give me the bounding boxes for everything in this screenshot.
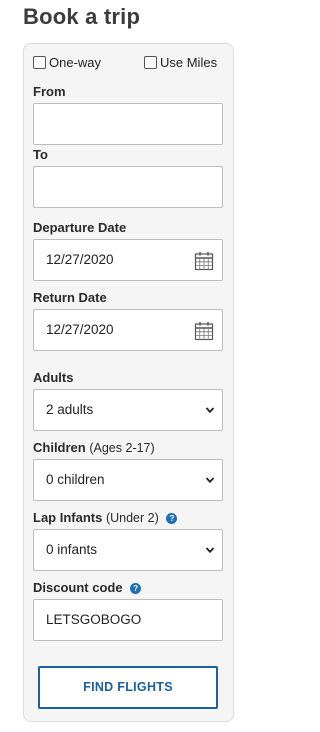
one-way-label: One-way — [49, 54, 102, 70]
children-age-note: (Ages 2-17) — [89, 441, 155, 455]
chevron-down-icon — [205, 407, 215, 414]
adults-label: Adults — [33, 370, 74, 385]
calendar-icon[interactable] — [194, 321, 214, 341]
discount-code-value: LETSGOBOGO — [46, 612, 142, 627]
from-field[interactable] — [33, 103, 223, 145]
adults-select[interactable]: 2 adults — [33, 389, 223, 431]
one-way-checkbox[interactable] — [33, 55, 46, 69]
help-icon[interactable]: ? — [166, 513, 178, 524]
return-date-value: 12/27/2020 — [46, 322, 114, 337]
children-select[interactable]: 0 children — [33, 459, 223, 501]
find-flights-button[interactable]: FIND FLIGHTS — [38, 666, 218, 709]
children-label-text: Children — [33, 440, 86, 455]
lap-infants-value: 0 infants — [46, 542, 98, 557]
lap-infants-label: Lap Infants (Under 2) ? — [33, 510, 178, 525]
departure-date-label: Departure Date — [33, 220, 127, 235]
one-way-option[interactable]: One-way — [33, 53, 101, 71]
adults-value: 2 adults — [46, 402, 94, 417]
calendar-icon[interactable] — [194, 251, 214, 271]
discount-code-label: Discount code ? — [33, 580, 142, 595]
lap-infants-select[interactable]: 0 infants — [33, 529, 223, 571]
use-miles-checkbox[interactable] — [144, 55, 157, 69]
discount-code-field[interactable]: LETSGOBOGO — [33, 599, 223, 641]
to-label: To — [33, 147, 48, 162]
use-miles-option[interactable]: Use Miles — [144, 53, 217, 71]
children-value: 0 children — [46, 472, 105, 487]
lap-infants-label-text: Lap Infants — [33, 510, 103, 525]
chevron-down-icon — [205, 547, 215, 554]
chevron-down-icon — [205, 477, 215, 484]
help-icon[interactable]: ? — [130, 583, 142, 594]
discount-code-label-text: Discount code — [33, 580, 123, 595]
to-field[interactable] — [33, 166, 223, 208]
return-date-field[interactable]: 12/27/2020 — [33, 309, 223, 351]
from-label: From — [33, 84, 66, 99]
page-title: Book a trip — [23, 4, 141, 29]
use-miles-label: Use Miles — [160, 54, 218, 70]
children-label: Children (Ages 2-17) — [33, 440, 155, 455]
departure-date-field[interactable]: 12/27/2020 — [33, 239, 223, 281]
lap-infants-age-note: (Under 2) — [105, 511, 159, 525]
departure-date-value: 12/27/2020 — [46, 252, 114, 267]
return-date-label: Return Date — [33, 290, 107, 305]
